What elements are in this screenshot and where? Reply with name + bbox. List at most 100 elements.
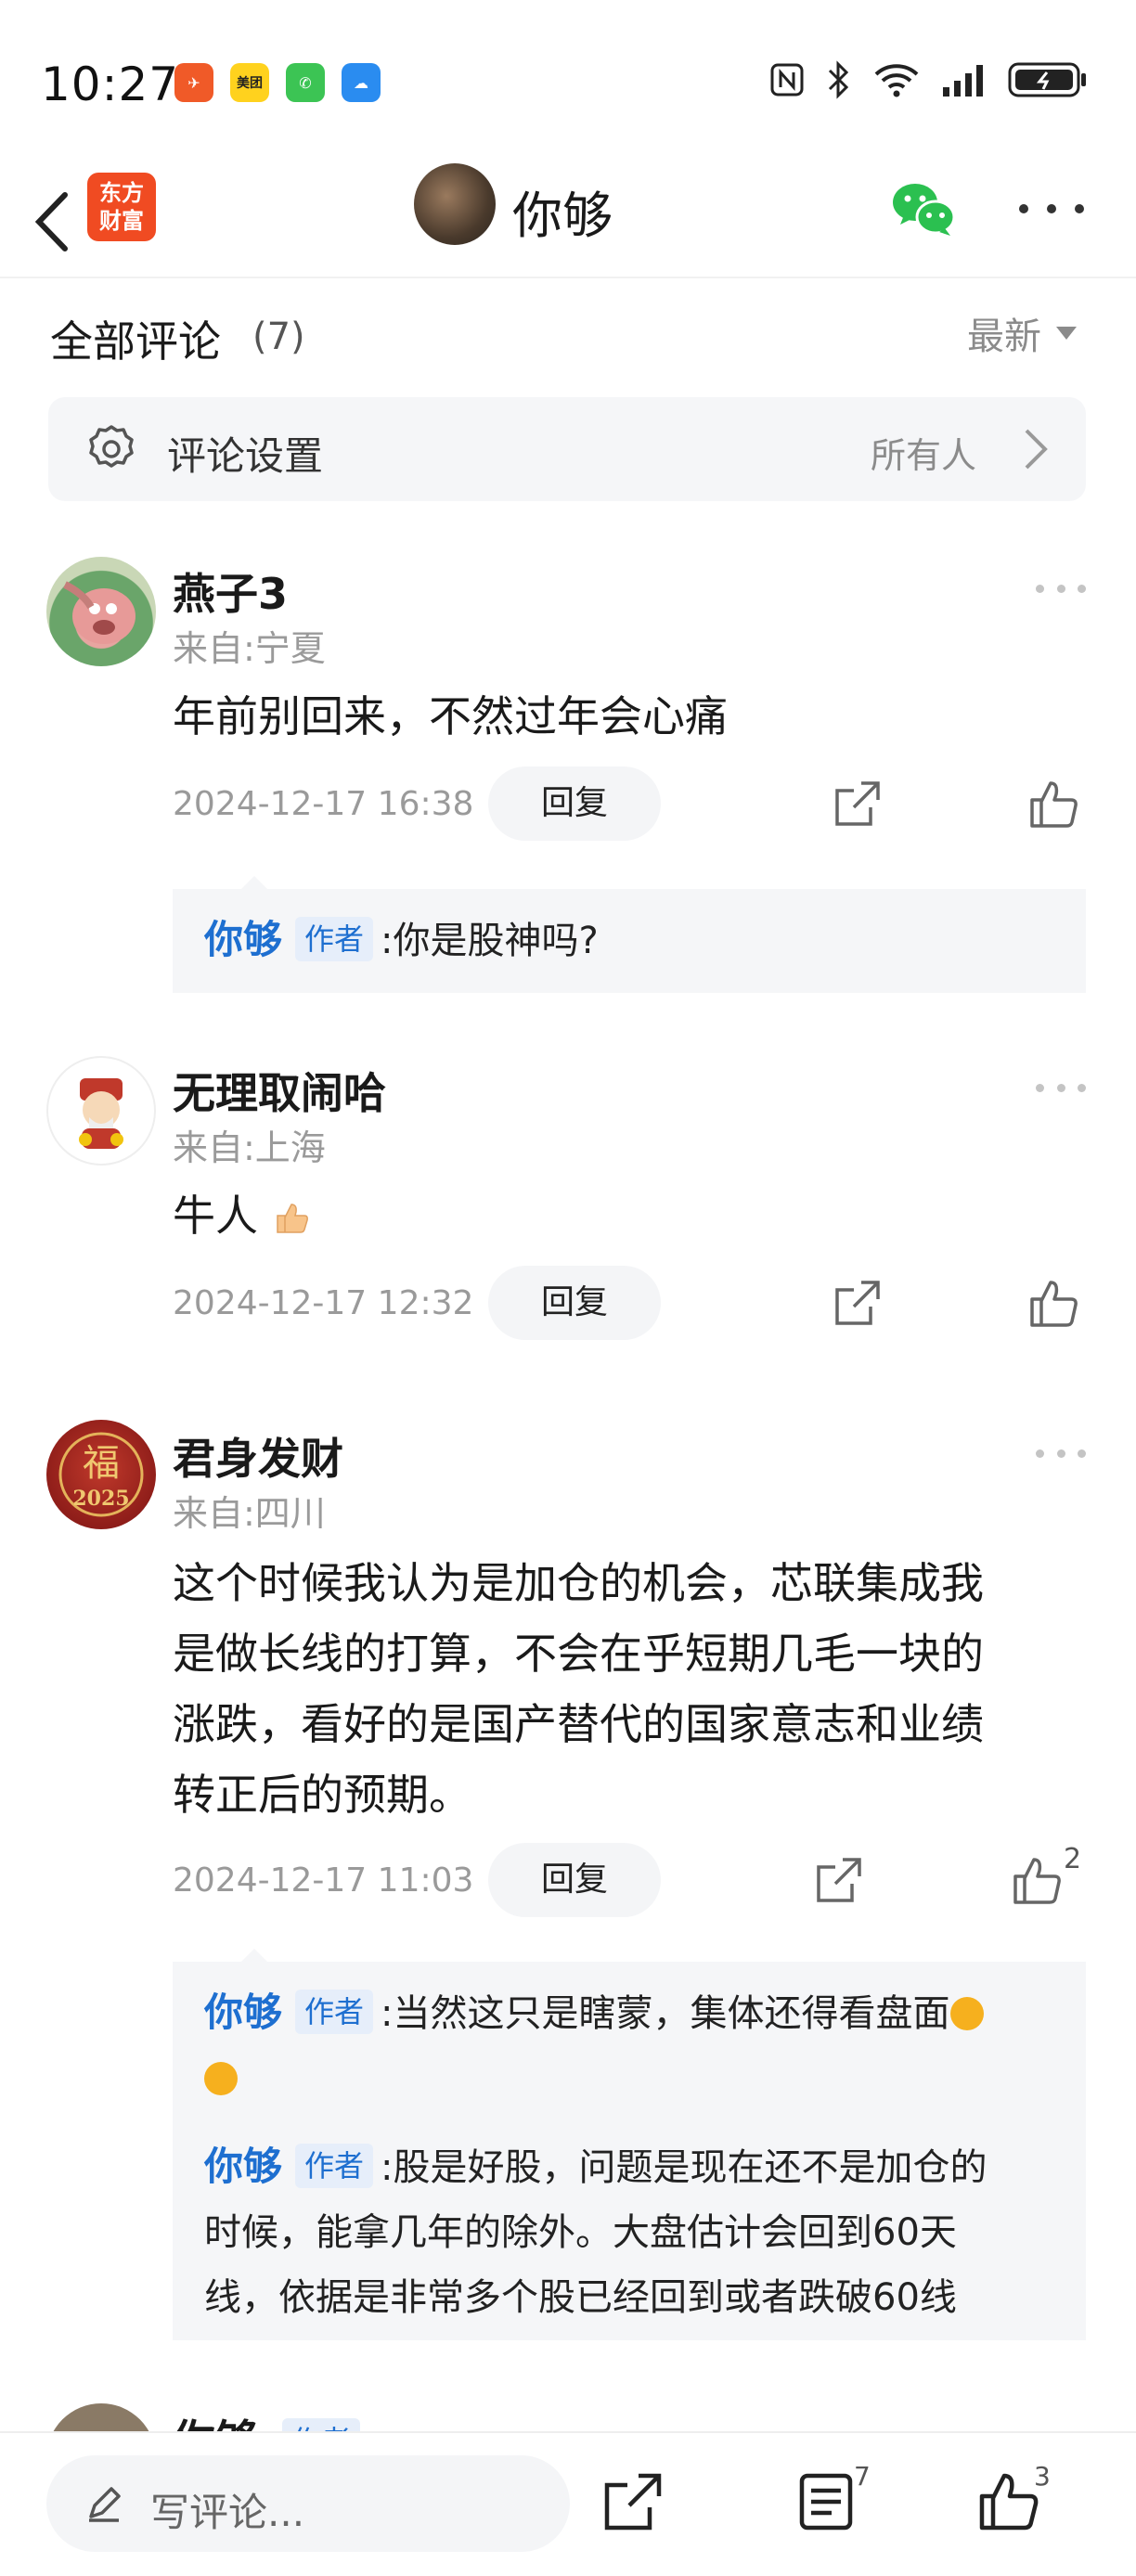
reply-box: 你够 作者:当然这只是瞎蒙，集体还得看盘面 你够 作者:股是好股，问题是现在还不是加… bbox=[173, 1962, 1086, 2340]
top-nav: 东方 财富 你够 bbox=[0, 163, 1136, 278]
chevron-right-icon bbox=[1025, 429, 1048, 470]
status-indicators bbox=[768, 59, 1088, 100]
status-app-icons: ✈ 美团 ✆ ☁ bbox=[174, 63, 381, 102]
dot bbox=[1078, 1449, 1086, 1458]
comment-more-button[interactable] bbox=[1036, 579, 1086, 598]
phone-app-icon: ✆ bbox=[286, 63, 325, 102]
comments-count: (7) bbox=[252, 316, 305, 358]
dot bbox=[1036, 1083, 1044, 1092]
dot bbox=[1036, 584, 1044, 593]
sort-label: 最新 bbox=[967, 316, 1041, 358]
reply-text-line: 时候，能拿几年的除外。大盘估计会回到60天 bbox=[204, 2211, 957, 2254]
comment-author-name[interactable]: 燕子3 bbox=[173, 560, 288, 622]
reply-text-line: 线，依据是非常多个股已经回到或者跌破60线 bbox=[204, 2276, 957, 2319]
avatar-image bbox=[79, 1078, 123, 1149]
comment-time: 2024-12-17 12:32 bbox=[173, 1284, 474, 1322]
nfc-icon bbox=[770, 63, 804, 97]
comment-text-line: 转正后的预期。 bbox=[173, 1770, 471, 1820]
comment-text: 年前别回来，不然过年会心痛 bbox=[173, 681, 1064, 752]
svg-text:2025: 2025 bbox=[72, 1487, 129, 1511]
chevron-left-icon bbox=[34, 192, 68, 251]
like-icon[interactable] bbox=[978, 2470, 1039, 2531]
like-icon[interactable] bbox=[1012, 1854, 1064, 1906]
status-bar: 10:27 ✈ 美团 ✆ ☁ bbox=[0, 0, 1136, 167]
avatar[interactable] bbox=[46, 2403, 156, 2431]
bottom-bar: 写评论... 7 3 bbox=[0, 2431, 1136, 2576]
reply-button[interactable]: 回复 bbox=[488, 1266, 661, 1340]
settings-label: 评论设置 bbox=[167, 433, 324, 479]
author-badge: 作者 bbox=[282, 2418, 361, 2431]
comment-author-name[interactable]: 你够 bbox=[173, 2407, 258, 2431]
reply-item[interactable]: 你够 作者:你是股神吗? bbox=[204, 908, 1062, 973]
comment-time: 2024-12-17 11:03 bbox=[173, 1861, 474, 1900]
write-comment-input[interactable]: 写评论... bbox=[46, 2455, 570, 2552]
wechat-share-button[interactable] bbox=[889, 176, 958, 241]
comment-text: 牛人 bbox=[173, 1180, 1064, 1251]
caret-down-icon bbox=[1056, 327, 1077, 340]
reply-item[interactable]: 你够 作者:当然这只是瞎蒙，集体还得看盘面 bbox=[204, 1980, 1062, 2111]
comment-more-button[interactable] bbox=[1036, 1078, 1086, 1097]
like-count-badge: 3 bbox=[1034, 2461, 1051, 2492]
gear-icon bbox=[89, 425, 134, 468]
author-badge: 作者 bbox=[295, 2144, 374, 2188]
wifi-icon bbox=[874, 64, 919, 97]
tongue-out-emoji-icon bbox=[949, 1997, 984, 2030]
page-title[interactable]: 你够 bbox=[512, 174, 613, 248]
signal-icon bbox=[943, 65, 983, 97]
reply-box-pointer bbox=[241, 876, 267, 889]
dot bbox=[1056, 1449, 1065, 1458]
reply-text: :当然这只是瞎蒙，集体还得看盘面 bbox=[381, 1992, 950, 2035]
author-avatar[interactable] bbox=[414, 163, 496, 245]
comment-author-name[interactable]: 无理取闹哈 bbox=[173, 1060, 386, 1121]
battery-icon bbox=[1008, 62, 1086, 97]
more-options-button[interactable] bbox=[1019, 186, 1084, 232]
reply-text: :股是好股，问题是现在还不是加仓的 bbox=[381, 2146, 988, 2189]
comment-author-name[interactable]: 君身发财 bbox=[173, 1425, 343, 1487]
share-icon[interactable] bbox=[833, 1279, 882, 1327]
share-icon[interactable] bbox=[603, 2472, 663, 2531]
comments-title: 全部评论 bbox=[50, 316, 221, 367]
dot bbox=[1056, 1083, 1065, 1092]
back-button[interactable] bbox=[24, 180, 80, 264]
bluetooth-icon bbox=[828, 60, 849, 99]
reply-box-pointer bbox=[241, 1949, 267, 1962]
comment-text: 这个时候我认为是加仓的机会，芯联集成我 是做长线的打算，不会在乎短期几毛一块的 … bbox=[173, 1548, 1064, 1830]
reply-author-name[interactable]: 你够 bbox=[204, 917, 282, 962]
dot bbox=[1075, 204, 1084, 213]
comments-list-icon[interactable] bbox=[796, 2472, 856, 2531]
brand-logo[interactable]: 东方 财富 bbox=[87, 173, 156, 241]
brand-logo-line1: 东方 bbox=[99, 180, 144, 206]
svg-text:福: 福 bbox=[83, 1442, 120, 1485]
comment-text-line: 年前别回来，不然过年会心痛 bbox=[173, 691, 728, 741]
thumbs-up-emoji-icon bbox=[276, 1204, 308, 1233]
dot bbox=[1047, 204, 1056, 213]
sort-dropdown[interactable]: 最新 bbox=[967, 306, 1077, 360]
reply-button[interactable]: 回复 bbox=[488, 766, 661, 841]
comment-text-line: 是做长线的打算，不会在乎短期几毛一块的 bbox=[173, 1629, 984, 1679]
settings-value: 所有人 bbox=[871, 435, 977, 476]
comment-location: 来自:宁夏 bbox=[173, 628, 326, 669]
reply-box: 你够 作者:你是股神吗? bbox=[173, 889, 1086, 993]
reply-item[interactable]: 你够 作者:股是好股，问题是现在还不是加仓的 时候，能拿几年的除外。大盘估计会回到… bbox=[204, 2134, 1062, 2330]
share-icon[interactable] bbox=[833, 779, 882, 828]
dot bbox=[1056, 584, 1065, 593]
brand-logo-line2: 财富 bbox=[99, 208, 144, 234]
dot bbox=[1036, 1449, 1044, 1458]
avatar[interactable] bbox=[46, 557, 156, 666]
like-icon[interactable] bbox=[1028, 1277, 1080, 1329]
reply-author-name[interactable]: 你够 bbox=[204, 2144, 282, 2189]
cloud-app-icon: ☁ bbox=[342, 63, 381, 102]
status-time: 10:27 bbox=[41, 58, 180, 111]
reply-author-name[interactable]: 你够 bbox=[204, 1990, 282, 2035]
reply-button[interactable]: 回复 bbox=[488, 1843, 661, 1917]
like-count: 2 bbox=[1064, 1843, 1082, 1875]
avatar[interactable] bbox=[46, 1056, 156, 1166]
comment-more-button[interactable] bbox=[1036, 1444, 1086, 1462]
like-icon[interactable] bbox=[1028, 778, 1080, 830]
avatar[interactable]: 福 2025 bbox=[46, 1420, 156, 1529]
author-badge: 作者 bbox=[295, 917, 374, 961]
comment-settings-row[interactable]: 评论设置 所有人 bbox=[48, 397, 1086, 501]
comment-text-line: 牛人 bbox=[173, 1191, 258, 1241]
share-icon[interactable] bbox=[815, 1856, 863, 1904]
avatar-image bbox=[63, 581, 136, 644]
